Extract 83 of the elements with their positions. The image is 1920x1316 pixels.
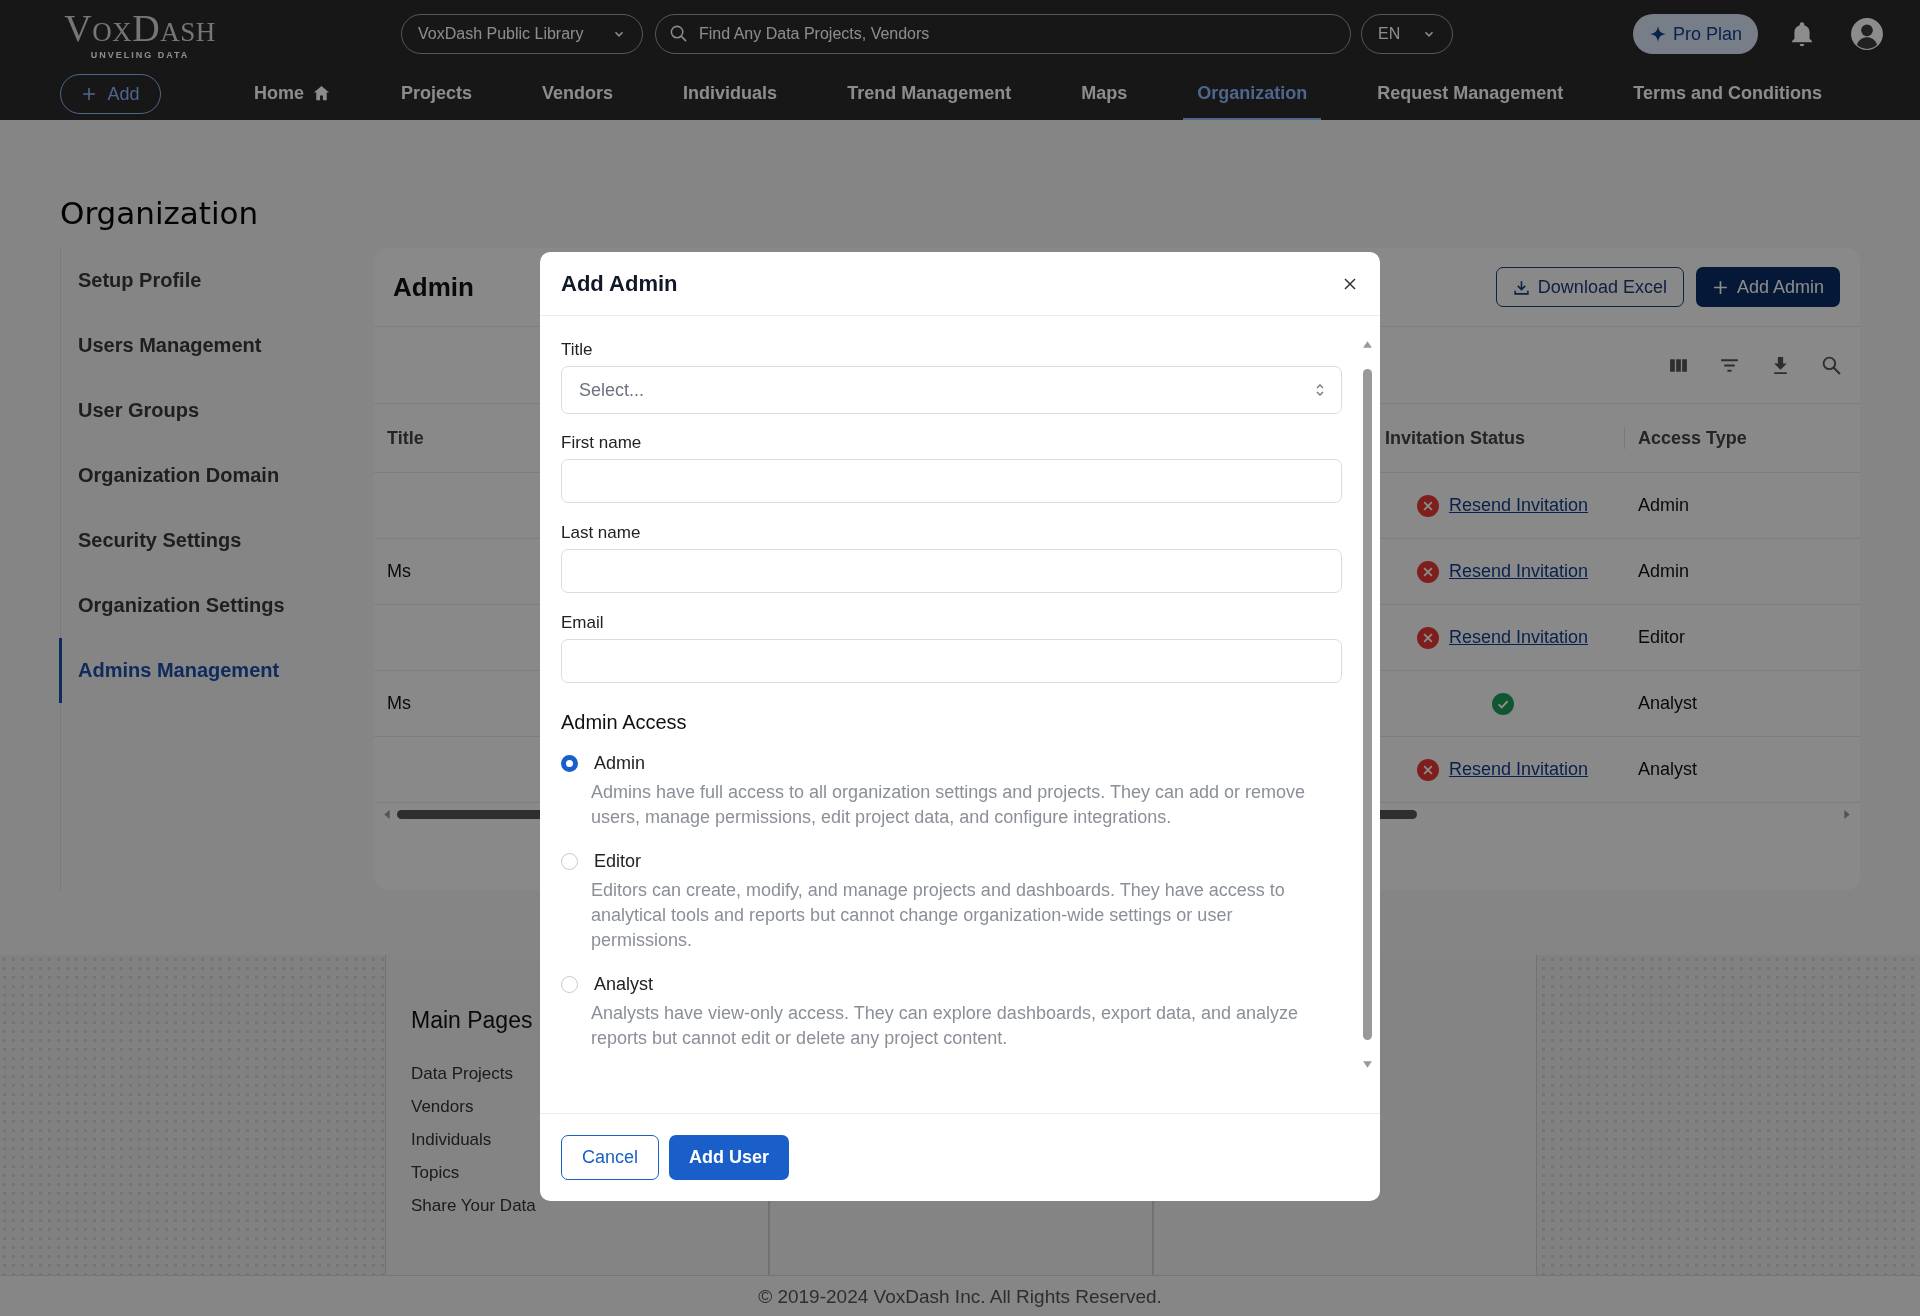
up-arrow-icon[interactable] bbox=[1361, 340, 1373, 349]
error-icon bbox=[1416, 758, 1439, 781]
table-cell-text: Editor bbox=[1637, 627, 1687, 648]
right-arrow-icon[interactable] bbox=[1841, 808, 1852, 820]
nav-tab[interactable]: Terms and Conditions bbox=[1619, 68, 1836, 120]
option-label: Editor bbox=[594, 850, 642, 872]
plus-icon bbox=[81, 86, 98, 102]
radio-button[interactable] bbox=[561, 754, 578, 772]
page-title: Organization bbox=[60, 195, 260, 232]
nav-tab[interactable]: Maps bbox=[1067, 68, 1142, 120]
plus-icon bbox=[1711, 278, 1729, 296]
nav-tab[interactable]: Organization bbox=[1183, 68, 1322, 120]
error-icon bbox=[1416, 560, 1439, 583]
download-excel-button[interactable]: Download Excel bbox=[1495, 267, 1684, 307]
field-label: First name bbox=[561, 433, 643, 453]
resend-invitation-link[interactable]: Resend Invitation bbox=[1448, 627, 1589, 648]
error-icon bbox=[1416, 494, 1439, 517]
field-label: Last name bbox=[561, 523, 642, 543]
check-icon bbox=[1491, 692, 1514, 715]
nav-tab[interactable]: Trend Management bbox=[833, 68, 1026, 120]
vertical-scrollbar[interactable] bbox=[1360, 340, 1374, 1069]
sidebar-item[interactable]: Setup Profile bbox=[59, 248, 341, 313]
option-description: Admins have full access to all organization settings and projects. They can add or remove users, manage permissions, edit project data, and configure integrations. bbox=[591, 781, 1307, 829]
table-cell: Ms bbox=[387, 693, 411, 713]
user-avatar-icon[interactable] bbox=[1850, 17, 1884, 51]
left-arrow-icon[interactable] bbox=[382, 808, 393, 820]
input-field[interactable] bbox=[561, 639, 1342, 683]
dialog-title: Add Admin bbox=[561, 270, 678, 297]
cancel-button[interactable]: Cancel bbox=[561, 1135, 660, 1180]
footer-link[interactable]: Data Projects bbox=[411, 1064, 514, 1084]
section-title: Admin Access bbox=[561, 711, 688, 734]
resend-invitation-link[interactable]: Resend Invitation bbox=[1448, 561, 1589, 582]
option-description: Analysts have view-only access. They can explore dashboards, export data, and analyze reports but cannot edit or delete any project content. bbox=[591, 1002, 1300, 1050]
option-label: Analyst bbox=[594, 973, 654, 995]
nav-tab[interactable]: Home bbox=[240, 68, 345, 120]
field-label: Title bbox=[561, 340, 594, 360]
sidebar-item[interactable]: Organization Settings bbox=[59, 573, 341, 638]
error-icon bbox=[1416, 626, 1439, 649]
column-header: Access Type bbox=[1637, 427, 1748, 449]
footer-heading: Main Pages bbox=[411, 1007, 533, 1034]
footer-link[interactable]: Topics bbox=[411, 1163, 460, 1183]
table-cell-text: Analyst bbox=[1637, 759, 1699, 780]
sidebar-item[interactable]: Security Settings bbox=[59, 508, 341, 573]
nav-tab[interactable]: Vendors bbox=[528, 68, 628, 120]
nav-tab[interactable]: Request Management bbox=[1363, 68, 1578, 120]
resend-invitation-link[interactable]: Resend Invitation bbox=[1448, 759, 1589, 780]
home-icon bbox=[312, 83, 331, 103]
close-icon[interactable] bbox=[1342, 275, 1358, 292]
sidebar-item[interactable]: Organization Domain bbox=[59, 443, 341, 508]
logo[interactable]: VoxDash bbox=[64, 8, 216, 47]
table-cell-text: Admin bbox=[1637, 561, 1691, 582]
search-field[interactable]: Find Any Data Projects, Vendors bbox=[655, 14, 1351, 54]
pro-plan-button[interactable]: Pro Plan bbox=[1632, 14, 1758, 54]
nav-tab[interactable]: Projects bbox=[387, 68, 487, 120]
option-label: Admin bbox=[594, 752, 646, 774]
table-cell-text: Admin bbox=[1637, 495, 1691, 516]
input-field[interactable] bbox=[561, 459, 1342, 503]
input-field[interactable] bbox=[561, 549, 1342, 593]
footer-link[interactable]: Individuals bbox=[411, 1130, 492, 1150]
copyright-text: © 2019-2024 VoxDash Inc. All Rights Reserved. bbox=[0, 1275, 1920, 1316]
scrollbar-thumb[interactable] bbox=[1380, 809, 1417, 819]
search-icon[interactable] bbox=[1821, 354, 1842, 376]
add-user-button[interactable]: Add User bbox=[669, 1135, 790, 1180]
nav-tab[interactable]: Individuals bbox=[669, 68, 792, 120]
table-cell: Ms bbox=[387, 561, 411, 581]
logo-tagline: UNVELING DATA bbox=[90, 48, 190, 60]
scrollbar-thumb[interactable] bbox=[397, 809, 542, 819]
column-header: Title bbox=[386, 427, 425, 449]
card-title: Admin bbox=[393, 271, 474, 303]
title-select[interactable]: Select... bbox=[561, 366, 1342, 414]
download-icon bbox=[1512, 278, 1530, 296]
down-arrow-icon[interactable] bbox=[1361, 1060, 1373, 1069]
field-label: Email bbox=[561, 613, 605, 633]
table-cell-text: Analyst bbox=[1637, 693, 1699, 714]
search-icon bbox=[669, 24, 688, 43]
footer-link[interactable]: Vendors bbox=[411, 1097, 474, 1117]
footer-link[interactable]: Share Your Data bbox=[411, 1196, 536, 1216]
resend-invitation-link[interactable]: Resend Invitation bbox=[1448, 495, 1589, 516]
add-admin-button[interactable]: Add Admin bbox=[1695, 267, 1840, 307]
sidebar-item[interactable]: User Groups bbox=[59, 378, 341, 443]
sidebar-item[interactable]: Admins Management bbox=[59, 638, 341, 703]
sidebar-item[interactable]: Users Management bbox=[59, 313, 341, 378]
option-description: Editors can create, modify, and manage projects and dashboards. They have access to analytical tools and reports but cannot change organization-wide settings or user permissions. bbox=[591, 879, 1286, 952]
